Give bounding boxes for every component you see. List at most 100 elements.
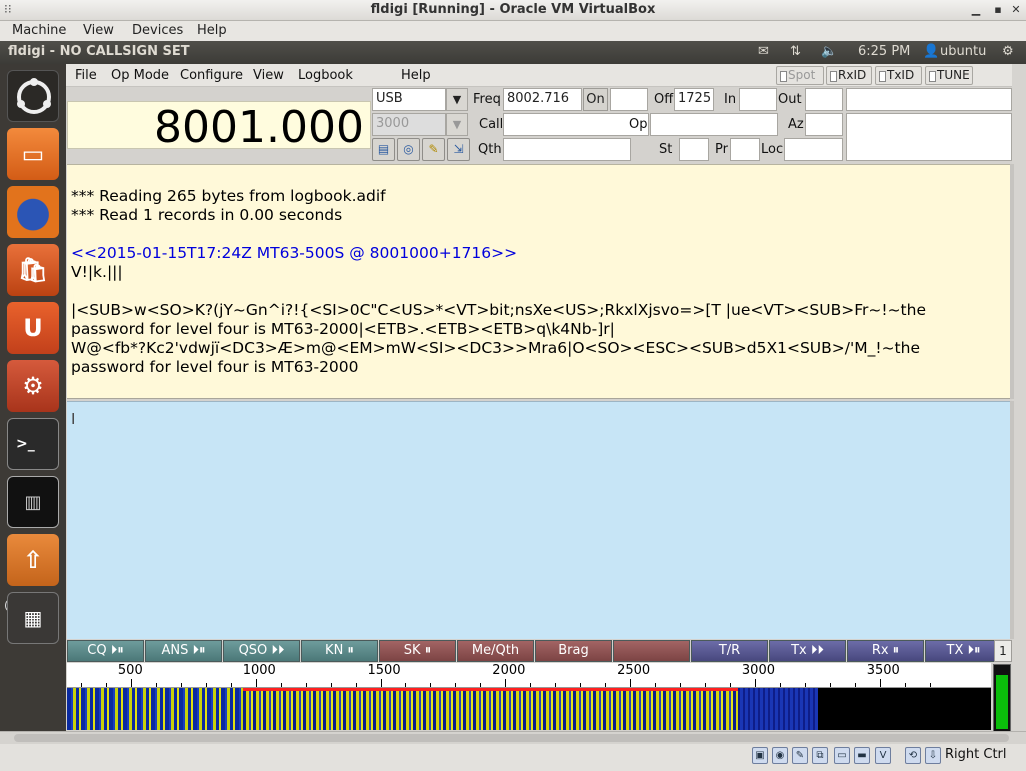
ubuntu-top-panel: fldigi - NO CALLSIGN SET ✉ ⇅ 🔈 6:25 PM 👤… xyxy=(0,41,1026,64)
mode-dropdown-icon[interactable]: ▼ xyxy=(446,88,468,111)
province-field[interactable] xyxy=(730,138,760,161)
off-field[interactable]: 1725 xyxy=(674,88,714,111)
tune-toggle[interactable]: TUNE xyxy=(925,66,973,85)
shared-folders-icon[interactable]: ▭ xyxy=(834,747,850,764)
call-field[interactable] xyxy=(503,113,649,136)
rx-scrollbar[interactable] xyxy=(1010,164,1014,399)
macro-button[interactable]: Rx ⏸ xyxy=(847,640,924,662)
user-icon[interactable]: 👤 xyxy=(923,44,939,59)
waterfall-display[interactable] xyxy=(67,688,991,730)
user-name[interactable]: ubuntu xyxy=(940,44,986,59)
log-contact-icon[interactable]: ▤ xyxy=(372,138,395,161)
frequency-display[interactable]: 8001.000 xyxy=(67,101,371,153)
rx-line: W@<fb*?Kc2'vdwjï<DC3>Æ>m@<EM>mW<SI><DC3>… xyxy=(71,339,920,357)
menu-op-mode[interactable]: Op Mode xyxy=(111,68,169,83)
scale-tick xyxy=(280,683,282,687)
macro-button[interactable]: TX ⏵⏸ xyxy=(925,640,1002,662)
software-center-icon[interactable]: 🛍 xyxy=(7,244,59,296)
waterfall-signal-main xyxy=(243,688,738,730)
optical-drive-icon[interactable]: ◉ xyxy=(772,747,788,764)
menu-view[interactable]: View xyxy=(253,68,284,83)
files-icon[interactable]: ▭ xyxy=(7,128,59,180)
tx-scrollbar[interactable] xyxy=(1010,401,1014,639)
network-adapter-icon[interactable]: ⧉ xyxy=(812,747,828,764)
sound-icon[interactable]: 🔈 xyxy=(821,44,837,59)
in-field[interactable] xyxy=(739,88,777,111)
op-field[interactable] xyxy=(650,113,778,136)
notes-field[interactable] xyxy=(846,113,1012,161)
macro-button[interactable]: Tx ⏵⏵ xyxy=(769,640,846,662)
clock[interactable]: 6:25 PM xyxy=(858,44,910,59)
vm-horizontal-scrollbar[interactable] xyxy=(0,731,1026,744)
state-field[interactable] xyxy=(679,138,709,161)
scale-tick xyxy=(230,683,232,687)
usb-icon[interactable]: ✎ xyxy=(792,747,808,764)
rx-line: *** Read 1 records in 0.00 seconds xyxy=(71,206,343,224)
menu-machine[interactable]: Machine xyxy=(12,23,66,38)
mail-icon[interactable]: ✉ xyxy=(758,44,769,59)
macro-button[interactable]: ANS ⏵⏸ xyxy=(145,640,222,662)
scale-tick-label: 1000 xyxy=(242,663,276,678)
menu-configure[interactable]: Configure xyxy=(180,68,243,83)
scale-tick xyxy=(105,683,107,687)
macro-button[interactable]: T/R xyxy=(691,640,768,662)
macro-button[interactable]: CQ ⏵⏸ xyxy=(67,640,144,662)
receive-text-panel[interactable]: *** Reading 265 bytes from logbook.adif *… xyxy=(67,164,1010,399)
mouse-integration-icon[interactable]: ⇩ xyxy=(925,747,941,764)
qth-field[interactable] xyxy=(503,138,631,161)
macro-button[interactable]: QSO ⏵⏵ xyxy=(223,640,300,662)
menu-help[interactable]: Help xyxy=(401,68,431,83)
dash-icon[interactable] xyxy=(7,70,59,122)
scrollbar-thumb[interactable] xyxy=(14,734,1009,742)
macro-button[interactable]: Me/Qth xyxy=(457,640,534,662)
mode-select[interactable]: USB xyxy=(372,88,446,111)
clear-icon[interactable]: ✎ xyxy=(422,138,445,161)
macro-button[interactable]: KN ⏸ xyxy=(301,640,378,662)
macro-set-button[interactable]: 1 xyxy=(994,640,1012,662)
bandwidth-select[interactable]: 3000 xyxy=(372,113,446,136)
system-settings-icon[interactable]: ⚙ xyxy=(7,360,59,412)
lookup-icon[interactable]: ◎ xyxy=(397,138,420,161)
close-icon[interactable]: ✕ xyxy=(1008,1,1024,19)
spot-toggle[interactable]: Spot xyxy=(776,66,824,85)
out-field[interactable] xyxy=(805,88,843,111)
minimize-icon[interactable]: ▁ xyxy=(968,1,984,19)
fldigi-icon[interactable]: ▥ xyxy=(7,476,59,528)
ubuntu-one-icon[interactable]: U xyxy=(7,302,59,354)
workspace-switcher-icon[interactable]: ▦ xyxy=(7,592,59,644)
scale-tick xyxy=(205,683,207,687)
menu-logbook[interactable]: Logbook xyxy=(298,68,353,83)
az-label: Az xyxy=(788,117,804,132)
video-capture-icon[interactable]: V xyxy=(875,747,891,764)
network-icon[interactable]: ⇅ xyxy=(790,44,801,59)
macro-button[interactable]: Brag xyxy=(535,640,612,662)
on-button[interactable]: On xyxy=(583,88,608,111)
menu-help[interactable]: Help xyxy=(197,23,227,38)
menu-file[interactable]: File xyxy=(75,68,97,83)
name-field[interactable] xyxy=(846,88,1012,111)
menu-view[interactable]: View xyxy=(83,23,114,38)
update-manager-icon[interactable]: ⇧ xyxy=(7,534,59,586)
bandwidth-dropdown-icon[interactable]: ▼ xyxy=(446,113,468,136)
firefox-icon[interactable] xyxy=(7,186,59,238)
terminal-icon[interactable]: >_ xyxy=(7,418,59,470)
az-field[interactable] xyxy=(805,113,843,136)
macro-button[interactable]: SK ⏸ xyxy=(379,640,456,662)
text-caret: I xyxy=(71,410,76,428)
cpu-icon[interactable]: ⟲ xyxy=(905,747,921,764)
gear-icon[interactable]: ⚙ xyxy=(1002,44,1014,59)
display-icon[interactable]: ▬ xyxy=(854,747,870,764)
maximize-icon[interactable]: ▪ xyxy=(990,1,1006,19)
scale-tick-label: 1500 xyxy=(367,663,401,678)
locator-field[interactable] xyxy=(784,138,843,161)
menu-devices[interactable]: Devices xyxy=(132,23,183,38)
save-log-icon[interactable]: ⇲ xyxy=(447,138,470,161)
freq-field[interactable]: 8002.716 xyxy=(503,88,582,111)
hard-disk-icon[interactable]: ▣ xyxy=(752,747,768,764)
transmit-text-panel[interactable]: I xyxy=(67,401,1010,639)
scale-tick xyxy=(729,683,731,687)
txid-toggle[interactable]: TxID xyxy=(875,66,922,85)
rxid-toggle[interactable]: RxID xyxy=(826,66,872,85)
macro-button[interactable] xyxy=(613,640,690,662)
time-on-field[interactable] xyxy=(610,88,648,111)
